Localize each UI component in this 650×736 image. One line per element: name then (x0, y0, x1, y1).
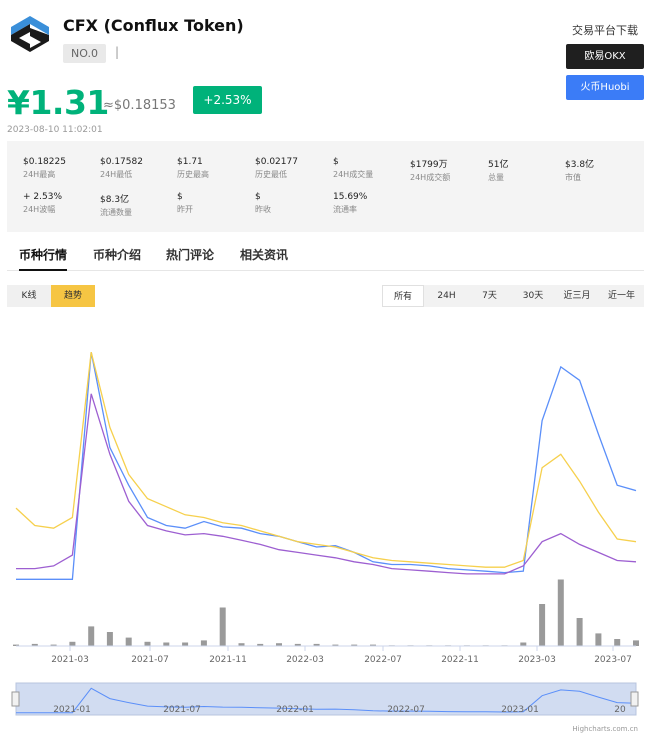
title-separator: | (115, 45, 120, 59)
volume-bar (182, 642, 189, 646)
update-time: 2023-08-10 11:02:01 (7, 125, 103, 135)
x-tick-label: 2022-07 (364, 655, 402, 665)
range-all[interactable]: 所有 (382, 285, 424, 307)
tab-market[interactable]: 币种行情 (19, 246, 68, 271)
volume-bar (595, 633, 602, 646)
x-tick-label: 2021-03 (51, 655, 89, 665)
range-24h[interactable]: 24H (425, 285, 468, 307)
time-range-group: 所有 24H 7天 30天 近三月 近一年 (382, 285, 644, 307)
volume-bar (520, 642, 527, 646)
range-7d[interactable]: 7天 (468, 285, 511, 307)
stat-prev-open: $ 昨开 (177, 192, 193, 214)
navigator-mask (15, 682, 637, 716)
rank-badge: NO.0 (63, 44, 106, 63)
navigator-tick-label: 2022-07 (387, 705, 425, 715)
stat-24h-turnover: $1799万 24H成交额 (410, 160, 451, 182)
volume-bar (576, 618, 583, 646)
stat-total-supply: 51亿 总量 (488, 160, 509, 182)
stat-24h-volume: $24H成交量 (333, 157, 374, 179)
volume-bar (88, 626, 95, 646)
coin-title: CFX (Conflux Token) (63, 16, 244, 35)
navigator-handle-left (11, 691, 20, 707)
navigator-tick-label: 2022-01 (276, 705, 314, 715)
stat-market-cap: $3.8亿 市值 (565, 160, 595, 182)
navigator-tick-label: 20 (614, 705, 626, 715)
okx-button[interactable]: 欧易OKX (566, 44, 644, 69)
stats-panel: $0.18225 24H最高 $0.17582 24H最低 $1.71 历史最高 $0… (7, 141, 644, 232)
volume-bar (633, 640, 639, 646)
huobi-button[interactable]: 火币Huobi (566, 75, 644, 100)
x-tick-label: 2022-11 (441, 655, 479, 665)
volume-bar (69, 641, 76, 646)
content-tabs: 币种行情 币种介绍 热门评论 相关资讯 (7, 246, 644, 271)
navigator-tick-label: 2021-07 (163, 705, 201, 715)
tab-comments[interactable]: 热门评论 (166, 246, 214, 263)
volume-bar (163, 642, 170, 646)
x-tick-label: 2021-11 (209, 655, 247, 665)
stat-ath: $1.71 历史最高 (177, 157, 209, 179)
navigator-tick-label: 2021-01 (53, 705, 91, 715)
stat-circulation-rate: 15.69% 流通率 (333, 192, 368, 214)
volume-bar (539, 604, 546, 646)
range-3m[interactable]: 近三月 (555, 285, 599, 307)
stat-circulating: $8.3亿 流通数量 (100, 195, 132, 217)
volume-bar (614, 639, 621, 646)
highcharts-credit: Highcharts.com.cn (572, 725, 638, 733)
range-1y[interactable]: 近一年 (599, 285, 644, 307)
volume-bar (125, 637, 132, 646)
range-30d[interactable]: 30天 (511, 285, 555, 307)
x-tick-label: 2022-03 (286, 655, 324, 665)
stat-prev-close: $ 昨收 (255, 192, 271, 214)
tab-news[interactable]: 相关资讯 (240, 246, 288, 263)
navigator-tick-label: 2023-01 (501, 705, 539, 715)
x-tick-label: 2023-03 (518, 655, 556, 665)
stat-24h-range: + 2.53% 24H波幅 (23, 192, 62, 214)
x-tick-label: 2023-07 (594, 655, 632, 665)
volume-bar (144, 641, 151, 646)
stat-24h-high: $0.18225 24H最高 (23, 157, 66, 179)
stat-atl: $0.02177 历史最低 (255, 157, 298, 179)
volume-bar (557, 579, 564, 646)
price-line-2 (15, 351, 637, 568)
price-chart[interactable]: 2021-03 2021-07 2021-11 2022-03 2022-07 2022-… (0, 320, 650, 736)
change-badge: +2.53% (193, 86, 262, 114)
cfx-logo (11, 16, 49, 52)
volume-bar (200, 640, 207, 646)
exchange-download-title: 交易平台下载 (572, 24, 638, 37)
x-tick-label: 2021-07 (131, 655, 169, 665)
tab-intro[interactable]: 币种介绍 (93, 246, 141, 263)
price-usd: ≈$0.18153 (103, 98, 176, 113)
navigator-handle-right (630, 691, 639, 707)
trend-toggle[interactable]: 趋势 (51, 285, 95, 307)
price-cny: ¥1.31 (7, 83, 109, 122)
volume-bar (106, 632, 113, 646)
stat-24h-low: $0.17582 24H最低 (100, 157, 143, 179)
kline-toggle[interactable]: K线 (7, 285, 51, 307)
volume-bar (219, 607, 226, 646)
